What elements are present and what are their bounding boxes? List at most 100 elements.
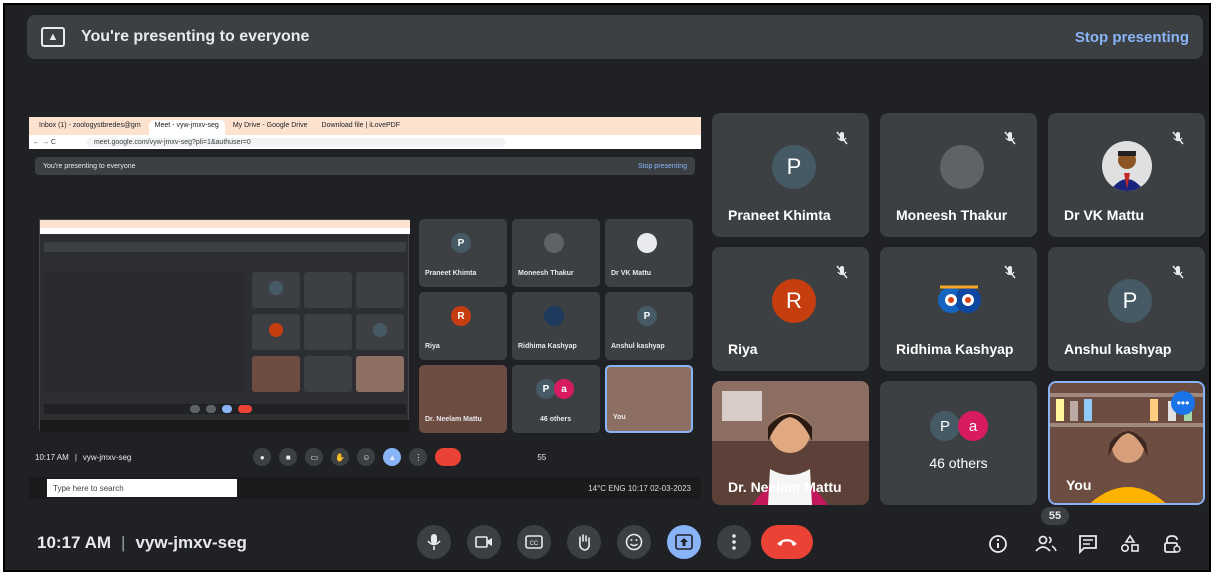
participant-name: Dr VK Mattu — [1064, 207, 1145, 223]
meeting-details-button[interactable] — [981, 527, 1015, 561]
browser-tab: Inbox (1) - zoologystbredes@gm — [39, 122, 141, 129]
shared-presenting-message: You're presenting to everyone — [43, 162, 136, 170]
browser-tab: Meet - vyw-jmxv-seg — [148, 120, 225, 135]
host-controls-button[interactable] — [1155, 527, 1189, 561]
participant-tile[interactable]: Dr VK Mattu — [1048, 113, 1205, 237]
stop-presenting-button[interactable]: Stop presenting — [1075, 29, 1189, 46]
participant-tile[interactable]: P Anshul kashyap — [1048, 247, 1205, 371]
end-call-button[interactable] — [761, 525, 813, 559]
camera-icon — [475, 536, 492, 548]
lock-person-icon — [1164, 535, 1181, 553]
shared-screen: Inbox (1) - zoologystbredes@gm Meet - vy… — [29, 117, 701, 502]
participant-grid: P Praneet Khimta Moneesh Thakur Dr VK Ma… — [712, 113, 1208, 505]
present-button[interactable] — [667, 525, 701, 559]
nested-meeting-code: vyw-jmxv-seg — [82, 452, 132, 462]
nested-screen-graphic — [40, 220, 410, 432]
presenting-message: You're presenting to everyone — [81, 28, 310, 45]
emoji-button[interactable] — [617, 525, 651, 559]
participant-tile[interactable]: Moneesh Thakur — [880, 113, 1037, 237]
avatar: P — [1108, 279, 1152, 323]
participant-name: Moneesh Thakur — [896, 207, 1008, 223]
avatar: R — [772, 279, 816, 323]
nested-tile: Ridhima Kashyap — [512, 292, 600, 360]
presenting-banner: ▲ You're presenting to everyone Stop pre… — [27, 15, 1203, 59]
nested-more-icon: ⋮ — [409, 448, 428, 466]
browser-tab: Download file | iLovePDF — [321, 122, 400, 129]
present-screen-icon: ▲ — [41, 27, 65, 47]
participant-video-tile[interactable]: Dr. Neelam Mattu — [712, 381, 869, 505]
people-icon — [1035, 535, 1057, 552]
shared-presenting-banner: You're presenting to everyone Stop prese… — [35, 157, 695, 175]
participant-name: Anshul kashyap — [1064, 341, 1172, 357]
others-tile[interactable]: P a 46 others — [880, 381, 1037, 505]
taskbar-search: Type here to search — [47, 479, 237, 497]
self-video-tile[interactable]: ••• You — [1048, 381, 1205, 505]
avatar-artwork — [934, 275, 984, 325]
people-button[interactable] — [1029, 527, 1063, 561]
mic-off-icon — [829, 259, 855, 285]
end-call-icon — [777, 539, 797, 546]
browser-tab-strip: Inbox (1) - zoologystbredes@gm Meet - vy… — [29, 117, 701, 135]
mic-off-icon — [997, 125, 1023, 151]
mic-off-icon — [997, 259, 1023, 285]
others-avatars: P a — [930, 411, 988, 441]
nested-tile: Moneesh Thakur — [512, 219, 600, 287]
avatar — [940, 145, 984, 189]
captions-button[interactable]: CC — [517, 525, 551, 559]
captions-icon: CC — [525, 535, 543, 549]
mic-off-icon — [829, 125, 855, 151]
participant-tile[interactable]: R Riya — [712, 247, 869, 371]
more-options-button[interactable] — [717, 525, 751, 559]
browser-address-bar: ← → C meet.google.com/vyw-jmxv-seg?pli=1… — [29, 135, 701, 149]
participant-name: Ridhima Kashyap — [896, 341, 1014, 357]
nested-tile: Dr. Neelam Mattu — [419, 365, 507, 433]
participant-count-badge: 55 — [1041, 507, 1069, 525]
nested-tile: Dr VK Mattu — [605, 219, 693, 287]
windows-taskbar: Type here to search 14°C ENG 10:17 02-03… — [29, 477, 701, 499]
nested-screen-thumbnail — [39, 219, 410, 432]
nested-tile: R Riya — [419, 292, 507, 360]
participant-name: Riya — [728, 341, 758, 357]
shared-stop-presenting: Stop presenting — [637, 162, 687, 170]
nested-tile: You — [605, 365, 693, 433]
clock: 10:17 AM — [37, 533, 112, 552]
nested-hand-icon: ✋ — [331, 448, 350, 466]
avatar: P — [772, 145, 816, 189]
nested-tile: Pa 46 others — [512, 365, 600, 433]
activities-button[interactable] — [1113, 527, 1147, 561]
more-options-icon[interactable]: ••• — [1171, 391, 1195, 415]
raise-hand-button[interactable] — [567, 525, 601, 559]
nested-participant-grid: P Praneet Khimta Moneesh Thakur Dr VK Mat… — [419, 219, 695, 437]
nested-emoji-icon: ☺ — [357, 448, 376, 466]
taskbar-tray: 14°C ENG 10:17 02-03-2023 — [588, 483, 691, 493]
meeting-info: 10:17 AM | vyw-jmxv-seg — [37, 533, 247, 552]
control-bar: 10:17 AM | vyw-jmxv-seg CC 55 — [5, 507, 1209, 570]
nested-tile: P Praneet Khimta — [419, 219, 507, 287]
avatar: P — [930, 411, 960, 441]
browser-tab: My Drive - Google Drive — [232, 122, 308, 129]
participant-tile[interactable]: P Praneet Khimta — [712, 113, 869, 237]
present-icon — [675, 534, 693, 550]
nested-mic-icon: ● — [253, 448, 272, 466]
nested-clock: 10:17 AM — [35, 452, 69, 462]
hand-icon — [579, 534, 590, 551]
meet-window: ▲ You're presenting to everyone Stop pre… — [3, 3, 1211, 572]
chat-icon — [1079, 535, 1097, 554]
participant-tile[interactable]: Ridhima Kashyap — [880, 247, 1037, 371]
avatar-photo — [1102, 141, 1152, 191]
svg-text:CC: CC — [530, 541, 539, 547]
nested-tile: P Anshul kashyap — [605, 292, 693, 360]
nested-camera-icon: ■ — [279, 448, 298, 466]
emoji-icon — [625, 533, 643, 551]
camera-button[interactable] — [467, 525, 501, 559]
others-count: 46 others — [929, 455, 988, 471]
self-label: You — [1066, 477, 1092, 493]
chat-button[interactable] — [1071, 527, 1105, 561]
activities-icon — [1120, 534, 1139, 553]
meeting-code: vyw-jmxv-seg — [135, 533, 247, 552]
browser-url: meet.google.com/vyw-jmxv-seg?pli=1&authu… — [85, 137, 506, 147]
participant-name: Dr. Neelam Mattu — [728, 479, 842, 495]
nested-control-bar: 10:17 AM | vyw-jmxv-seg ● ■ ▭ ✋ ☺ ▲ ⋮ 55 — [35, 445, 695, 469]
mic-button[interactable] — [417, 525, 451, 559]
avatar: a — [958, 411, 988, 441]
